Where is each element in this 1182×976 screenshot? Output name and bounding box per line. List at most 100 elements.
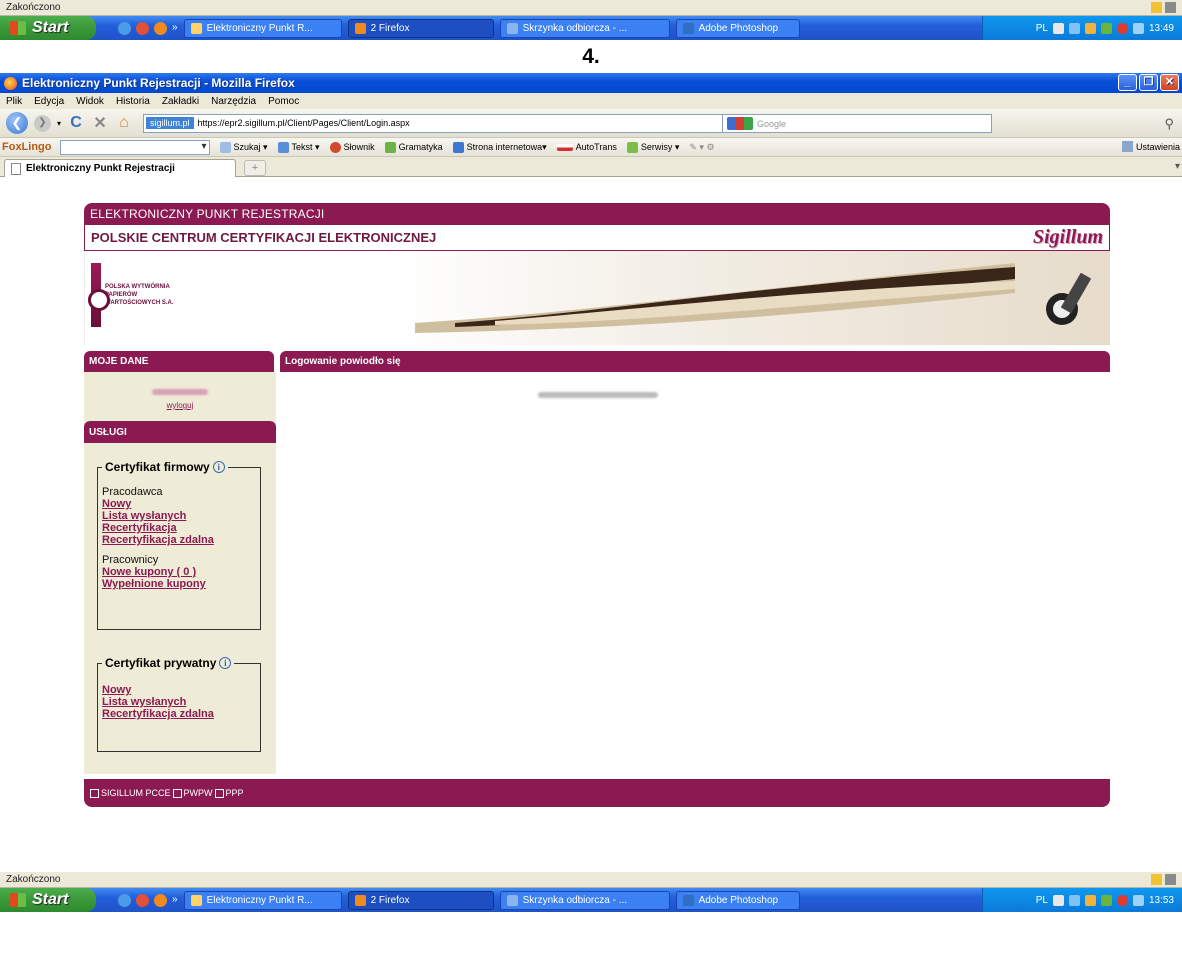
start-button[interactable]: Start bbox=[0, 888, 96, 912]
fl-gramatyka-button[interactable]: Gramatyka bbox=[384, 141, 443, 153]
menu-narzedzia[interactable]: Narzędzia bbox=[211, 96, 256, 107]
volume-icon[interactable] bbox=[1068, 22, 1080, 34]
ie-icon[interactable] bbox=[118, 21, 131, 35]
opera-icon[interactable] bbox=[136, 893, 149, 907]
google-icon[interactable] bbox=[727, 117, 753, 130]
network-icon[interactable] bbox=[1052, 22, 1064, 34]
opera-icon[interactable] bbox=[136, 21, 149, 35]
footer-ppp-link[interactable]: PPP bbox=[226, 788, 244, 798]
private-remote-recert-link[interactable]: Recertyfikacja zdalna bbox=[102, 708, 254, 720]
more-chevron-icon[interactable]: » bbox=[172, 894, 178, 907]
filled-coupons-link[interactable]: Wypełnione kupony bbox=[102, 578, 254, 590]
menu-widok[interactable]: Widok bbox=[76, 96, 104, 107]
search-icon bbox=[219, 141, 231, 153]
forward-button[interactable]: ❯ bbox=[34, 114, 51, 132]
language-indicator[interactable]: PL bbox=[1036, 895, 1048, 906]
fl-autotrans-button[interactable]: AutoTrans bbox=[556, 142, 617, 152]
history-dropdown-icon[interactable]: ▾ bbox=[57, 119, 61, 128]
tab-epr[interactable]: Elektroniczny Punkt Rejestracji bbox=[4, 159, 236, 177]
menu-historia[interactable]: Historia bbox=[116, 96, 150, 107]
resize-icon bbox=[1165, 2, 1176, 13]
tray-app-icon[interactable] bbox=[1100, 894, 1112, 906]
firm-new-link[interactable]: Nowy bbox=[102, 498, 254, 510]
fl-slownik-button[interactable]: Słownik bbox=[329, 141, 375, 153]
task-firefox[interactable]: 2 Firefox bbox=[347, 18, 494, 38]
ie-icon[interactable] bbox=[118, 893, 131, 907]
page-icon bbox=[11, 162, 21, 175]
footer-sigillum-link[interactable]: SIGILLUM PCCE bbox=[101, 788, 171, 798]
volume-icon[interactable] bbox=[1068, 894, 1080, 906]
flag-icon bbox=[556, 143, 573, 151]
ie-icon bbox=[190, 894, 202, 906]
menu-pomoc[interactable]: Pomoc bbox=[268, 96, 299, 107]
search-icon[interactable]: ⚲ bbox=[1164, 116, 1174, 132]
reload-icon[interactable]: C bbox=[67, 114, 85, 132]
settings-button[interactable]: Ustawienia bbox=[1121, 141, 1180, 152]
menu-zakladki[interactable]: Zakładki bbox=[162, 96, 199, 107]
task-epr[interactable]: Elektroniczny Punkt R... bbox=[183, 18, 342, 38]
fl-strona-button[interactable]: Strona internetowa▾ bbox=[452, 141, 547, 153]
more-chevron-icon[interactable]: » bbox=[172, 22, 178, 35]
task-epr[interactable]: Elektroniczny Punkt R... bbox=[183, 890, 342, 910]
tab-scroll-icon[interactable]: ▾ bbox=[1175, 161, 1180, 172]
firefox-icon[interactable] bbox=[154, 893, 167, 907]
antivirus-icon[interactable] bbox=[1084, 22, 1096, 34]
book-illustration bbox=[415, 263, 1015, 333]
page-gap bbox=[0, 819, 1182, 872]
info-icon[interactable]: i bbox=[219, 657, 232, 669]
antivirus-icon[interactable] bbox=[1084, 894, 1096, 906]
stop-icon[interactable]: ✕ bbox=[91, 113, 109, 133]
logout-link[interactable]: wyloguj bbox=[84, 401, 276, 410]
language-indicator[interactable]: PL bbox=[1036, 23, 1048, 34]
firm-sent-list-link[interactable]: Lista wysłanych bbox=[102, 510, 254, 522]
info-icon[interactable]: i bbox=[212, 461, 225, 473]
home-icon[interactable]: ⌂ bbox=[115, 114, 133, 132]
task-mail[interactable]: Skrzynka odbiorcza - ... bbox=[499, 890, 670, 910]
new-tab-button[interactable]: + bbox=[244, 160, 266, 176]
services-header: USŁUGI bbox=[84, 421, 276, 443]
firm-remote-recert-link[interactable]: Recertyfikacja zdalna bbox=[102, 534, 254, 546]
footer-pwpw-link[interactable]: PWPW bbox=[184, 788, 213, 798]
task-photoshop[interactable]: Adobe Photoshop bbox=[675, 890, 800, 910]
start-button[interactable]: Start bbox=[0, 16, 96, 40]
firm-recert-link[interactable]: Recertyfikacja bbox=[102, 522, 254, 534]
minimize-button[interactable]: _ bbox=[1118, 74, 1137, 91]
tray-network-icon[interactable] bbox=[1132, 894, 1144, 906]
private-sent-list-link[interactable]: Lista wysłanych bbox=[102, 696, 254, 708]
tray-opera-icon[interactable] bbox=[1116, 22, 1128, 34]
left-sidebar: wyloguj USŁUGI Certyfikat firmowy i Praco… bbox=[84, 372, 276, 774]
task-photoshop[interactable]: Adobe Photoshop bbox=[675, 18, 800, 38]
windows-logo-icon bbox=[10, 21, 26, 35]
menu-plik[interactable]: Plik bbox=[6, 96, 22, 107]
firefox-icon[interactable] bbox=[154, 21, 167, 35]
clock: 13:49 bbox=[1148, 22, 1174, 34]
windows-logo-icon bbox=[10, 893, 26, 907]
foxlingo-input[interactable] bbox=[59, 139, 210, 155]
tray-network-icon[interactable] bbox=[1132, 22, 1144, 34]
fl-serwisy-button[interactable]: Serwisy ▾ bbox=[626, 141, 679, 153]
url-bar[interactable]: sigillum.pl https://epr2.sigillum.pl/Cli… bbox=[143, 113, 784, 133]
firm-certificate-legend: Certyfikat firmowy bbox=[105, 460, 210, 474]
task-mail[interactable]: Skrzynka odbiorcza - ... bbox=[499, 18, 670, 38]
fl-tools-icon[interactable]: ✎ ▾ ⚙ bbox=[689, 142, 714, 153]
tray-opera-icon[interactable] bbox=[1116, 894, 1128, 906]
menu-edycja[interactable]: Edycja bbox=[34, 96, 64, 107]
close-button[interactable]: ✕ bbox=[1160, 74, 1179, 91]
pen-illustration bbox=[1046, 273, 1092, 325]
maximize-button[interactable]: ❐ bbox=[1139, 74, 1158, 91]
site-identity[interactable]: sigillum.pl bbox=[146, 117, 194, 129]
search-box[interactable]: Google bbox=[722, 114, 992, 133]
new-coupons-link[interactable]: Nowe kupony ( 0 ) bbox=[102, 566, 254, 578]
fl-szukaj-button[interactable]: Szukaj ▾ bbox=[219, 141, 268, 153]
tray-app-icon[interactable] bbox=[1100, 22, 1112, 34]
private-new-link[interactable]: Nowy bbox=[102, 684, 254, 696]
site-banner: POLSKA WYTWÓRNIA PAPIERÓW WARTOŚCIOWYCH … bbox=[84, 251, 1110, 345]
back-button[interactable]: ❮ bbox=[6, 112, 28, 134]
foxlingo-logo[interactable]: FoxLingo bbox=[2, 141, 52, 153]
clock: 13:53 bbox=[1148, 894, 1174, 906]
task-firefox[interactable]: 2 Firefox bbox=[347, 890, 494, 910]
network-icon[interactable] bbox=[1052, 894, 1064, 906]
taskbar-top: Start » Elektroniczny Punkt R... 2 Firef… bbox=[0, 16, 1182, 40]
fl-tekst-button[interactable]: Tekst ▾ bbox=[277, 141, 320, 153]
main-panel bbox=[280, 372, 1110, 774]
